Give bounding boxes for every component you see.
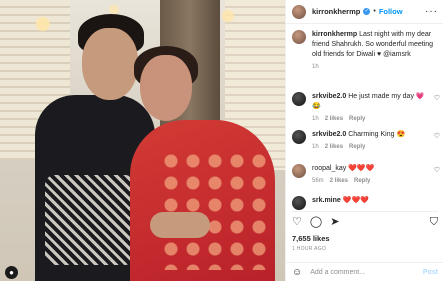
avatar[interactable] [292,4,306,19]
comment-text: ❤️❤️❤️ [348,165,375,172]
comment-username[interactable]: srkvibe2.0 [312,131,346,138]
post-button[interactable]: Post [423,269,438,276]
saree-pattern [160,150,270,270]
comment-username[interactable]: roopal_kay [312,165,346,172]
embroidery [45,175,135,265]
avatar[interactable] [292,196,306,210]
hand [150,212,210,238]
post-username[interactable]: kirronkhermp [312,7,360,16]
post-time[interactable]: 1 HOUR AGO [292,246,326,252]
caption-username[interactable]: kirronkhermp [312,31,357,38]
comment-item: srk.mine ❤️❤️❤️ [292,196,440,210]
verified-icon: ✓ [363,8,371,15]
comment-likes[interactable]: 2 likes [330,178,348,184]
comment-likes[interactable]: 2 likes [325,116,343,122]
comment-time[interactable]: 56m [312,178,324,184]
user-tag-icon[interactable]: ● [5,266,18,279]
post-photo[interactable]: ● [0,0,285,281]
comment-icon[interactable]: ◯ [310,216,322,228]
comment-item: srkvibe2.0 Charming King 😍 1h 2 likes Repl… [292,130,440,150]
comment-item: roopal_kay ❤️❤️❤️ 56m 2 likes Reply ♡ [292,164,440,184]
action-bar: ♡ ◯ ➤ ⛉ [292,211,438,228]
separator-dot: • [373,8,376,15]
comment-composer: ☺ Add a comment... Post [286,262,443,281]
comment-time[interactable]: 1h [312,116,319,122]
reply-button[interactable]: Reply [354,178,370,184]
caption-time[interactable]: 1h [312,64,319,70]
heart-icon[interactable]: ♡ [430,92,440,122]
comment-text: ❤️❤️❤️ [342,197,369,204]
caption-meta: 1h [312,64,440,70]
avatar[interactable] [292,164,306,178]
avatar[interactable] [292,30,306,44]
share-icon[interactable]: ➤ [330,216,339,228]
woman-face [140,55,192,121]
avatar[interactable] [292,130,306,144]
caption-text: kirronkhermp Last night with my dear fri… [312,30,440,60]
post-side-panel: kirronkhermp ✓ • Follow ··· kirronkhermp… [285,0,443,281]
emoji-icon[interactable]: ☺ [292,267,302,278]
reply-button[interactable]: Reply [349,116,365,122]
comment-likes[interactable]: 2 likes [325,144,343,150]
post-header: kirronkhermp ✓ • Follow ··· [286,0,443,24]
comment-input[interactable]: Add a comment... [310,269,365,276]
heart-icon[interactable]: ♡ [430,164,440,184]
comment-username[interactable]: srkvibe2.0 [312,93,346,100]
heart-icon[interactable]: ♡ [292,216,302,228]
comment-text: Charming King 😍 [348,131,406,138]
avatar[interactable] [292,92,306,106]
like-count[interactable]: 7,655 likes [292,234,330,243]
man-face [82,28,138,100]
post-caption: kirronkhermp Last night with my dear fri… [292,30,440,70]
more-options-icon[interactable]: ··· [425,6,438,17]
follow-button[interactable]: Follow [379,7,403,16]
heart-icon[interactable]: ♡ [430,130,440,150]
comment-item: srkvibe2.0 He just made my day 💗😂 1h 2 li… [292,92,440,122]
reply-button[interactable]: Reply [349,144,365,150]
comment-time[interactable]: 1h [312,144,319,150]
comment-username[interactable]: srk.mine [312,197,341,204]
bookmark-icon[interactable]: ⛉ [430,216,438,228]
